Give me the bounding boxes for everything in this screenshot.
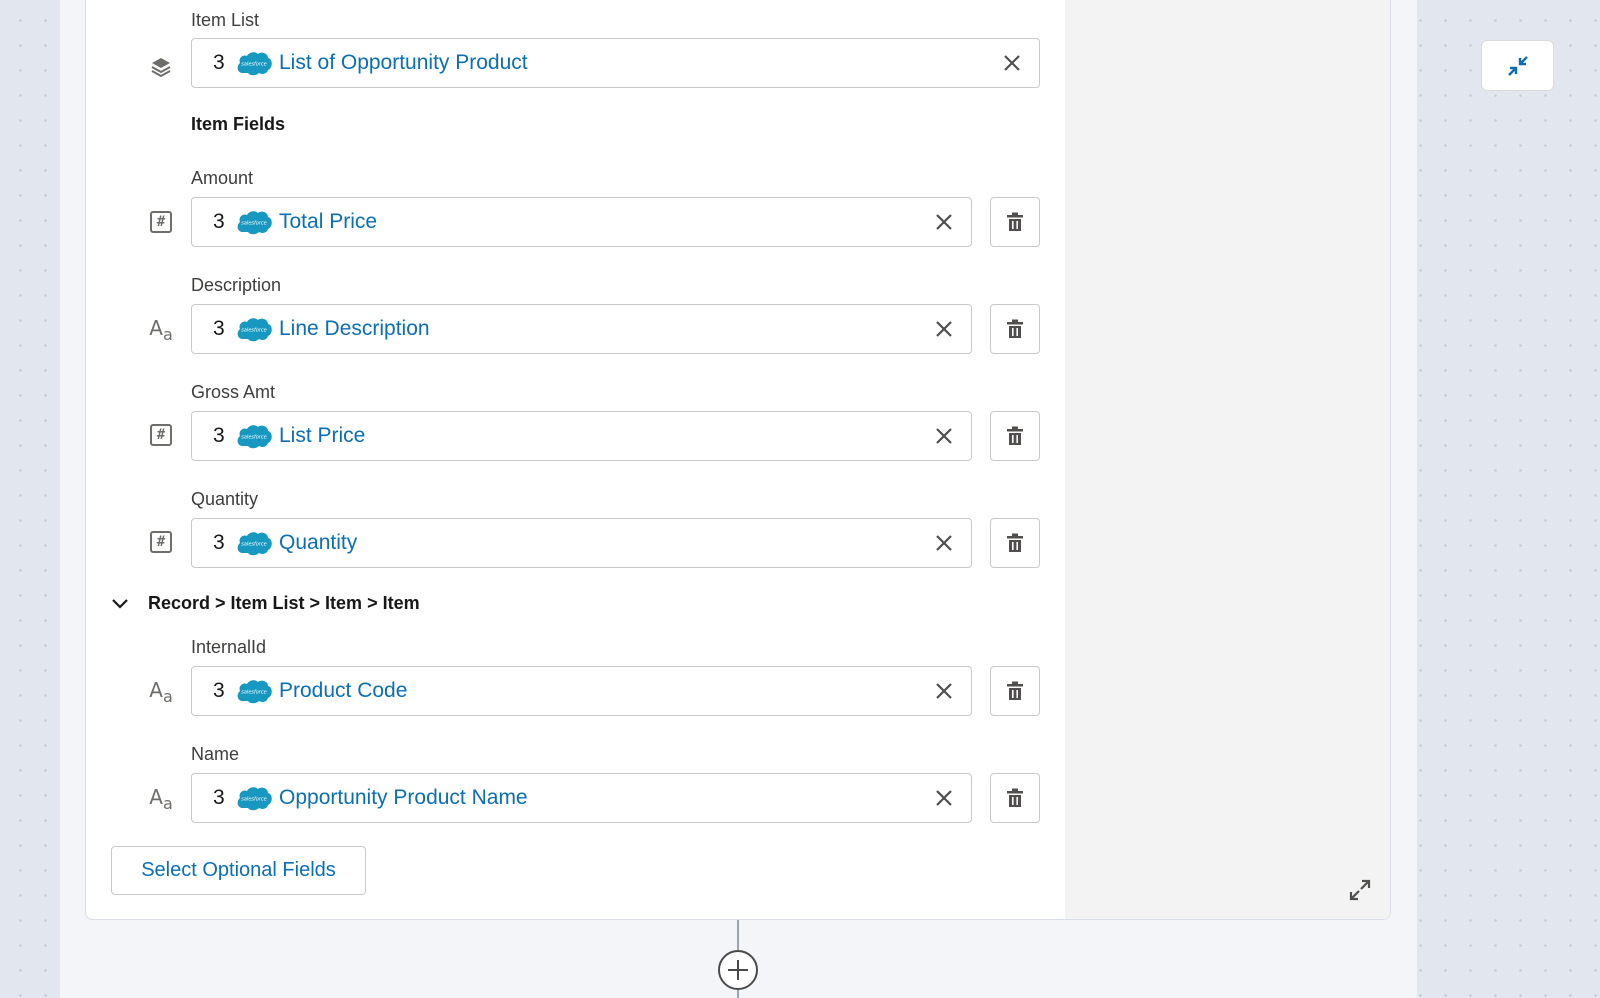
delete-name-button[interactable] [990, 773, 1040, 823]
connector-line-top [737, 920, 739, 950]
connector-line-bottom [737, 990, 739, 998]
svg-text:salesforce: salesforce [241, 435, 266, 441]
field-name[interactable]: 3 salesforce Opportunity Product Name [191, 773, 972, 823]
layers-icon [148, 54, 174, 80]
svg-text:salesforce: salesforce [241, 62, 266, 68]
trash-icon [1007, 681, 1023, 700]
add-step-button[interactable] [718, 950, 758, 990]
trash-icon [1007, 533, 1023, 552]
subsection-breadcrumb: Record > Item List > Item > Item [148, 592, 420, 613]
trash-icon [1007, 426, 1023, 445]
item-list-value: List of Opportunity Product [279, 51, 528, 74]
field-value: List Price [279, 424, 366, 447]
salesforce-logo-icon: salesforce [237, 52, 272, 76]
text-icon: Aa [149, 785, 173, 813]
trash-icon [1007, 319, 1023, 338]
field-label-description: Description [191, 275, 282, 295]
svg-text:salesforce: salesforce [241, 221, 266, 227]
step-card-side-panel [1065, 0, 1390, 919]
clear-icon[interactable] [933, 532, 955, 554]
number-icon: # [148, 209, 174, 235]
svg-text:salesforce: salesforce [241, 690, 266, 696]
text-icon: Aa [149, 678, 173, 706]
clear-icon[interactable] [933, 211, 955, 233]
field-value: Total Price [279, 210, 378, 233]
number-icon: # [148, 529, 174, 555]
clear-icon[interactable] [933, 680, 955, 702]
field-amount[interactable]: 3 salesforce Total Price [191, 197, 972, 247]
item-list-label: Item List [191, 10, 260, 30]
svg-text:salesforce: salesforce [241, 797, 266, 803]
step-number: 3 [213, 317, 225, 340]
item-list-field[interactable]: 3 salesforce List of Opportunity Product [191, 38, 1040, 88]
salesforce-logo-icon: salesforce [237, 787, 272, 811]
delete-quantity-button[interactable] [990, 518, 1040, 568]
select-optional-fields-button[interactable]: Select Optional Fields [111, 846, 366, 895]
number-icon: # [148, 422, 174, 448]
item-fields-heading: Item Fields [191, 114, 286, 134]
field-label-amount: Amount [191, 168, 254, 188]
field-label-internalid: InternalId [191, 637, 267, 657]
expand-icon[interactable] [1348, 878, 1372, 902]
salesforce-logo-icon: salesforce [237, 211, 272, 235]
step-number: 3 [213, 679, 225, 702]
text-icon: Aa [149, 316, 173, 344]
clear-icon[interactable] [933, 318, 955, 340]
collapse-button[interactable] [1481, 40, 1554, 91]
step-number: 3 [213, 210, 225, 233]
field-quantity[interactable]: 3 salesforce Quantity [191, 518, 972, 568]
field-value: Product Code [279, 679, 408, 702]
field-label-name: Name [191, 744, 240, 764]
delete-description-button[interactable] [990, 304, 1040, 354]
field-label-gross-amt: Gross Amt [191, 382, 276, 402]
delete-amount-button[interactable] [990, 197, 1040, 247]
field-label-quantity: Quantity [191, 489, 259, 509]
step-number: 3 [213, 424, 225, 447]
delete-internalid-button[interactable] [990, 666, 1040, 716]
delete-gross-amt-button[interactable] [990, 411, 1040, 461]
chevron-down-icon [112, 599, 128, 609]
collapse-icon [1507, 55, 1528, 76]
clear-icon[interactable] [933, 787, 955, 809]
field-internalid[interactable]: 3 salesforce Product Code [191, 666, 972, 716]
subsection-toggle[interactable]: Record > Item List > Item > Item [110, 590, 420, 616]
trash-icon [1007, 212, 1023, 231]
field-gross-amt[interactable]: 3 salesforce List Price [191, 411, 972, 461]
field-value: Line Description [279, 317, 430, 340]
field-description[interactable]: 3 salesforce Line Description [191, 304, 972, 354]
clear-icon[interactable] [1001, 52, 1023, 74]
field-value: Quantity [279, 531, 358, 554]
field-value: Opportunity Product Name [279, 786, 528, 809]
salesforce-logo-icon: salesforce [237, 532, 272, 556]
svg-text:salesforce: salesforce [241, 328, 266, 334]
clear-icon[interactable] [933, 425, 955, 447]
step-number: 3 [213, 786, 225, 809]
step-number: 3 [213, 531, 225, 554]
salesforce-logo-icon: salesforce [237, 425, 272, 449]
salesforce-logo-icon: salesforce [237, 318, 272, 342]
trash-icon [1007, 788, 1023, 807]
svg-text:salesforce: salesforce [241, 542, 266, 548]
salesforce-logo-icon: salesforce [237, 680, 272, 704]
step-number: 3 [213, 51, 225, 74]
